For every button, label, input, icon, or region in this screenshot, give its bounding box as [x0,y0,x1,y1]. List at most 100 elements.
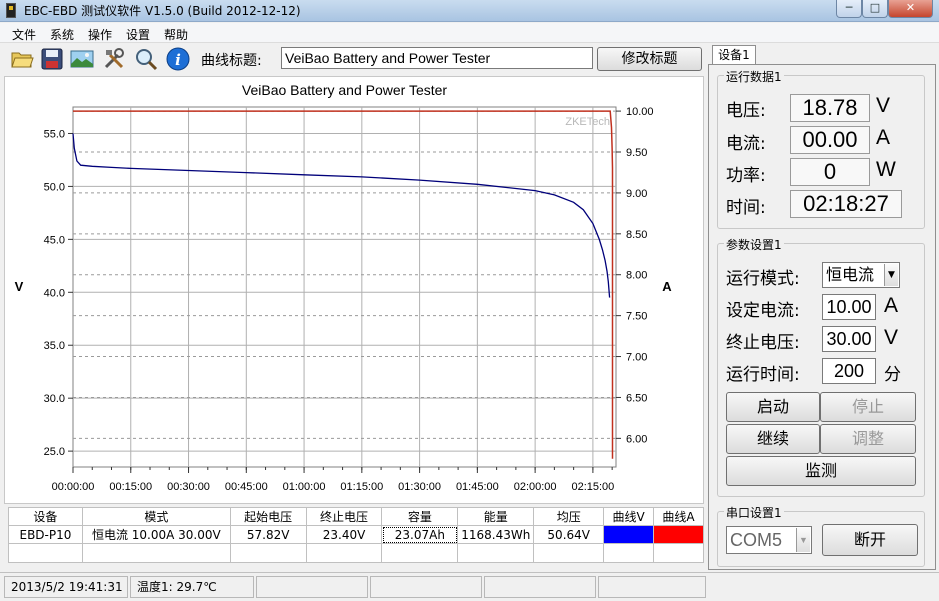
save-icon[interactable] [40,47,64,71]
modify-title-button[interactable]: 修改标题 [597,47,702,71]
cell-avg-voltage: 50.64V [533,525,605,544]
stop-button[interactable]: 停止 [820,392,916,422]
chevron-down-icon[interactable]: ▼ [796,528,810,552]
status-cell-empty-3 [484,576,596,598]
end-voltage-label: 终止电压: [726,333,800,353]
col-capacity: 容量 [381,507,459,526]
chevron-down-icon[interactable]: ▼ [884,264,898,286]
tab-device-1[interactable]: 设备1 [712,45,756,65]
y-tick-label-left: 35.0 [44,340,65,352]
run-mode-value: 恒电流 [826,265,875,284]
run-data-group-label: 运行数据1 [724,68,784,85]
menu-settings[interactable]: 设置 [126,26,150,43]
power-label: 功率: [726,166,766,186]
run-mode-label: 运行模式: [726,269,800,289]
close-button[interactable]: ✕ [888,0,933,18]
plot-frame [72,106,617,468]
tools-icon[interactable] [102,47,126,71]
power-unit: W [876,158,896,181]
voltage-label: 电压: [726,101,766,121]
set-current-input[interactable]: 10.00 [822,294,876,320]
voltage-unit: V [876,94,891,117]
params-group-label: 参数设置1 [724,236,784,253]
y-tick-label-right: 8.50 [626,229,647,241]
x-tick-label: 00:30:00 [167,481,210,493]
y-tick-label-left: 45.0 [44,234,65,246]
serial-group-label: 串口设置1 [724,504,784,521]
end-voltage-unit: V [884,326,899,349]
current-unit: A [876,126,891,149]
maximize-button[interactable]: □ [862,0,888,18]
menu-operate[interactable]: 操作 [88,26,112,43]
x-tick-label: 00:00:00 [52,481,95,493]
curve-v-color-swatch[interactable] [603,525,655,544]
cell-energy: 1168.43Wh [457,525,535,544]
status-cell-empty-4 [598,576,706,598]
x-tick-label: 01:00:00 [283,481,326,493]
end-voltage-input[interactable]: 30.00 [822,326,876,352]
time-readout: 02:18:27 [790,190,902,218]
chart-panel: VeiBao Battery and Power Tester 00:00:00 0… [4,76,704,504]
zoom-icon[interactable] [134,47,158,71]
params-group: 参数设置1 运行模式: 恒电流 ▼ 设定电流: 10.00 A 终止电压: 30… [717,236,925,497]
chart-title: VeiBao Battery and Power Tester [242,82,448,98]
start-button[interactable]: 启动 [726,392,820,422]
col-energy: 能量 [457,507,535,526]
voltage-readout: 18.78 [790,94,870,122]
y-axis-label-left: V [15,279,24,294]
cell-mode: 恒电流 10.00A 30.00V [81,525,231,544]
run-mode-select[interactable]: 恒电流 ▼ [822,262,900,288]
y-tick-label-right: 6.00 [626,433,647,445]
device-panel: 运行数据1 电压: 18.78 V 电流: 00.00 A 功率: 0 W 时间… [708,64,936,570]
time-label: 时间: [726,198,766,218]
y-tick-label-right: 9.00 [626,188,647,200]
folder-open-icon[interactable] [10,47,34,71]
toolbar: i 曲线标题: VeiBao Battery and Power Tester … [4,44,706,74]
continue-button[interactable]: 继续 [726,424,820,454]
curve-a-color-swatch[interactable] [653,525,704,544]
menu-system[interactable]: 系统 [50,26,74,43]
svg-text:i: i [175,51,181,69]
image-icon[interactable] [70,47,94,71]
menu-file[interactable]: 文件 [12,26,36,43]
window-title: EBC-EBD 测试仪软件 V1.5.0 (Build 2012-12-12) [24,4,301,18]
info-icon[interactable]: i [166,47,190,71]
y-tick-label-right: 6.50 [626,392,647,404]
disconnect-button[interactable]: 断开 [822,524,918,556]
curve-title-input[interactable]: VeiBao Battery and Power Tester [281,47,593,69]
run-time-unit: 分 [884,365,901,385]
y-tick-label-left: 25.0 [44,446,65,458]
current-readout: 00.00 [790,126,870,154]
adjust-button[interactable]: 调整 [820,424,916,454]
results-table: 设备 模式 起始电压 终止电压 容量 能量 均压 曲线V 曲线A EBD-P10… [8,507,704,563]
table-row[interactable]: EBD-P10 恒电流 10.00A 30.00V 57.82V 23.40V … [8,525,704,544]
cell-start-voltage: 57.82V [229,525,307,544]
status-datetime: 2013/5/2 19:41:31 [4,576,128,598]
title-bar: EBC-EBD 测试仪软件 V1.5.0 (Build 2012-12-12) … [0,0,939,22]
x-tick-label: 01:30:00 [398,481,441,493]
run-data-group: 运行数据1 电压: 18.78 V 电流: 00.00 A 功率: 0 W 时间… [717,68,925,229]
x-tick-label: 02:00:00 [514,481,557,493]
current-label: 电流: [726,134,766,154]
x-tick-label: 01:15:00 [340,481,383,493]
y-tick-label-right: 8.00 [626,270,647,282]
run-time-input[interactable]: 200 [822,358,876,384]
status-temperature: 温度1: 29.7℃ [130,576,254,598]
y-axis-label-right: A [662,279,672,294]
y-tick-label-right: 7.50 [626,311,647,323]
cell-capacity: 23.07Ah [381,525,459,544]
serial-group: 串口设置1 COM5 ▼ 断开 [717,504,925,567]
power-readout: 0 [790,158,870,186]
x-tick-label: 02:15:00 [571,481,614,493]
x-tick-label: 00:15:00 [109,481,152,493]
monitor-button[interactable]: 监测 [726,456,916,486]
menu-help[interactable]: 帮助 [164,26,188,43]
minimize-button[interactable]: ─ [836,0,862,18]
serial-port-select[interactable]: COM5 ▼ [726,526,812,554]
menu-bar: 文件 系统 操作 设置 帮助 [0,23,939,43]
y-tick-label-left: 50.0 [44,181,65,193]
battery-app-icon [6,3,16,18]
y-tick-label-right: 7.00 [626,352,647,364]
col-device: 设备 [8,507,83,526]
curve-title-label: 曲线标题: [201,53,262,69]
